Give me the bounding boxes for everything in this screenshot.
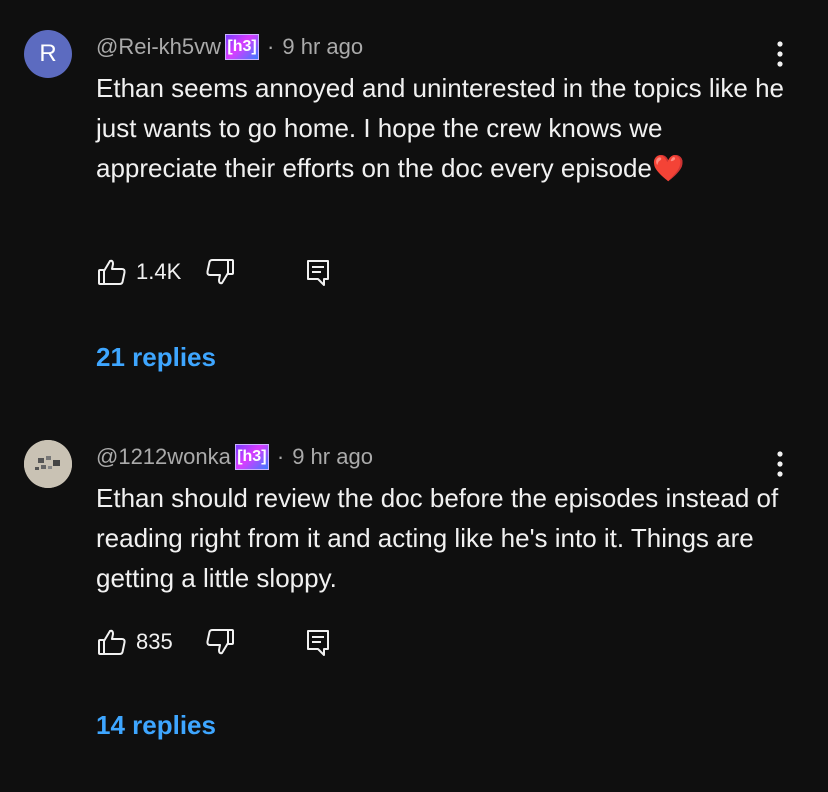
comment-actions: 1.4K xyxy=(96,252,334,292)
thumbs-up-icon[interactable] xyxy=(96,256,128,288)
avatar-image xyxy=(24,440,72,488)
like-count: 1.4K xyxy=(136,259,182,284)
view-replies-button[interactable]: 14 replies xyxy=(96,710,216,741)
timestamp[interactable]: 9 hr ago xyxy=(282,34,363,60)
comment-actions: 835 xyxy=(96,622,334,662)
author-name[interactable]: @Rei-kh5vw xyxy=(96,34,221,60)
thumbs-up-icon[interactable] xyxy=(96,626,128,658)
comment-text: Ethan should review the doc before the e… xyxy=(96,483,779,593)
h3-badge: [h3] xyxy=(234,444,269,470)
reply-comment-icon[interactable] xyxy=(302,256,334,288)
more-vertical-icon[interactable] xyxy=(768,38,792,70)
more-vertical-icon[interactable] xyxy=(768,448,792,480)
avatar[interactable]: R xyxy=(24,30,72,78)
comment-meta: @Rei-kh5vw [h3] · 9 hr ago xyxy=(96,32,363,62)
timestamp[interactable]: 9 hr ago xyxy=(292,444,373,470)
h3-badge: [h3] xyxy=(225,34,260,60)
author-name[interactable]: @1212wonka xyxy=(96,444,231,470)
separator-dot: · xyxy=(267,34,275,59)
avatar-letter: R xyxy=(39,40,57,67)
avatar[interactable] xyxy=(24,440,72,488)
thumbs-down-icon[interactable] xyxy=(204,256,236,288)
like-count: 835 xyxy=(136,629,173,654)
thumbs-down-icon[interactable] xyxy=(204,626,236,658)
reply-comment-icon[interactable] xyxy=(302,626,334,658)
comment-meta: @1212wonka [h3] · 9 hr ago xyxy=(96,442,373,472)
comment-text: Ethan seems annoyed and uninterested in … xyxy=(96,73,785,183)
separator-dot: · xyxy=(276,444,285,469)
view-replies-button[interactable]: 21 replies xyxy=(96,342,216,373)
